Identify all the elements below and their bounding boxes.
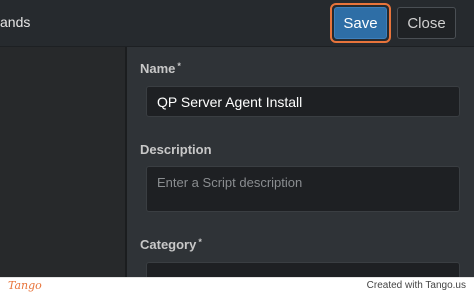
- name-input[interactable]: QP Server Agent Install: [146, 86, 460, 117]
- panel-divider: [125, 47, 127, 277]
- save-button[interactable]: Save: [334, 7, 387, 39]
- left-panel: [0, 47, 125, 277]
- name-label: Name *: [140, 61, 181, 76]
- top-bar: ands Save Close: [0, 0, 474, 47]
- required-marker: *: [198, 237, 202, 247]
- close-button[interactable]: Close: [397, 7, 456, 39]
- description-textarea[interactable]: Enter a Script description: [146, 166, 460, 212]
- category-label: Category *: [140, 237, 202, 252]
- footer-bar: Tango Created with Tango.us: [0, 277, 474, 295]
- page-title: ands: [0, 14, 31, 30]
- footer-credit: Created with Tango.us: [366, 280, 466, 291]
- description-label: Description: [140, 142, 212, 157]
- tango-logo: Tango: [8, 279, 42, 292]
- required-marker: *: [177, 61, 181, 71]
- category-label-text: Category: [140, 237, 197, 252]
- name-label-text: Name: [140, 61, 176, 76]
